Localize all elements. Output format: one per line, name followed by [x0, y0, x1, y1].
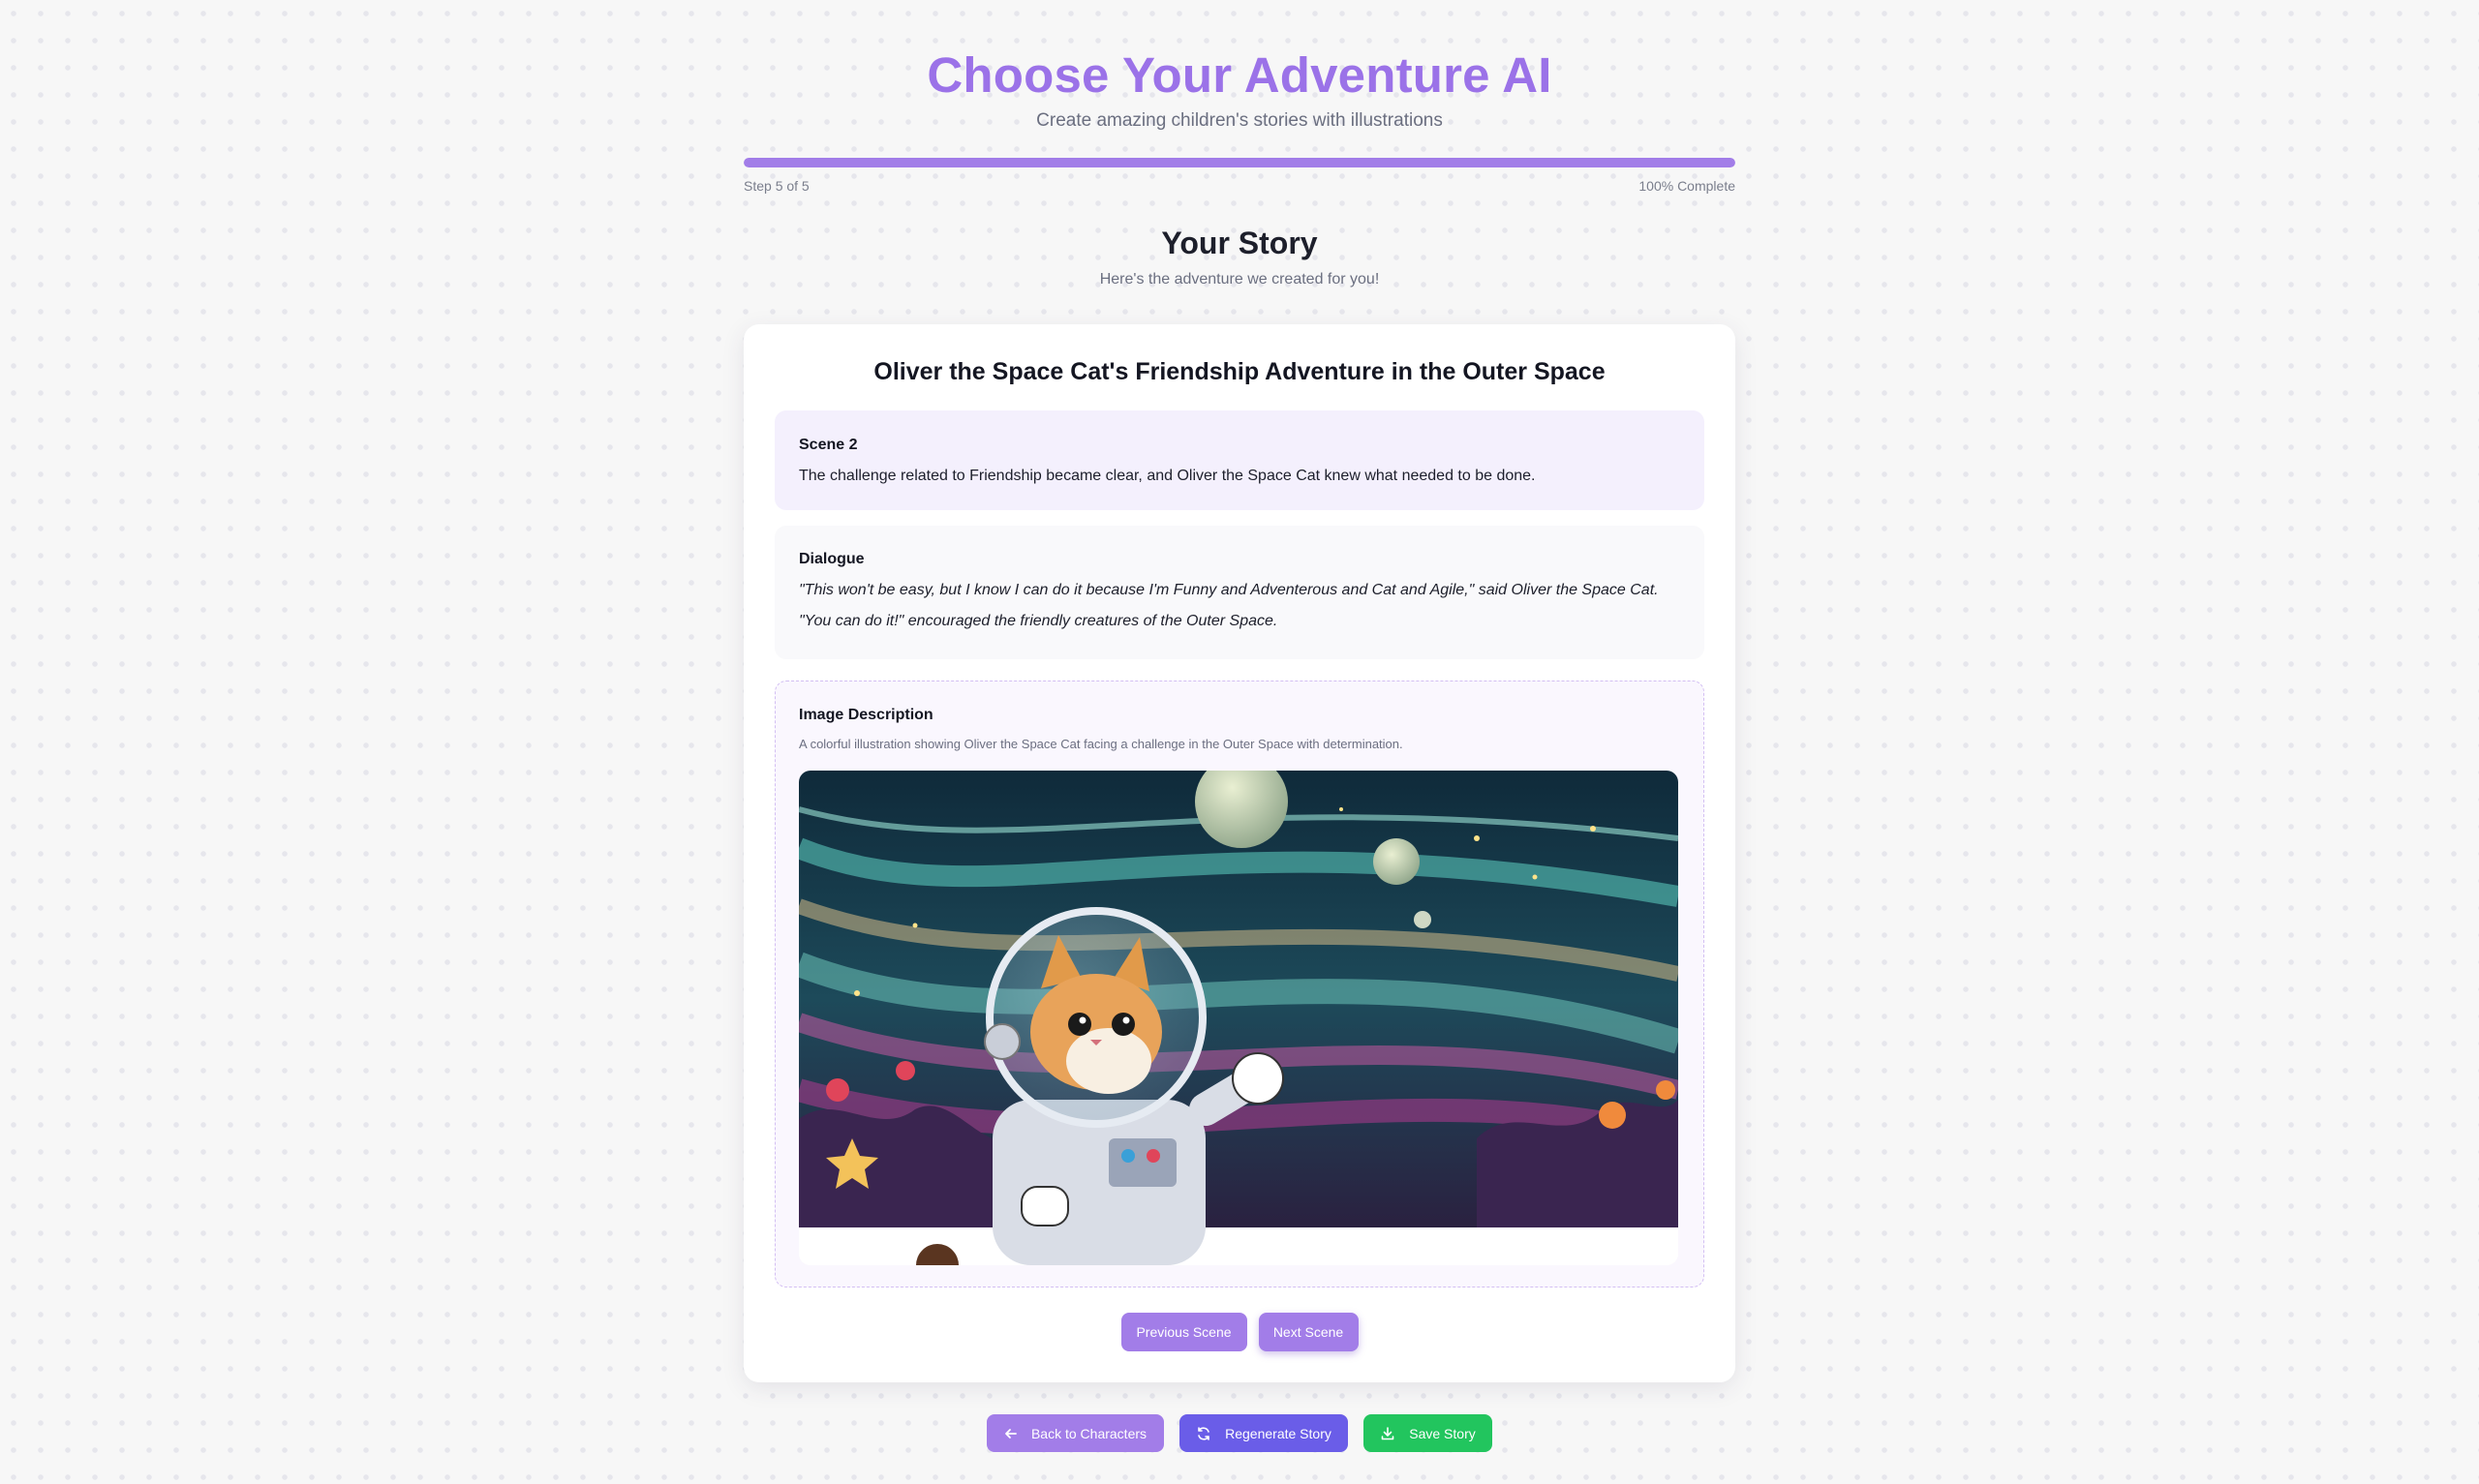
back-to-characters-label: Back to Characters [1030, 1425, 1148, 1441]
image-label: Image Description [799, 707, 933, 723]
image-box: Image Description A colorful illustratio… [775, 681, 1704, 1287]
dialogue-line: "You can do it!" encouraged the friendly… [799, 613, 1278, 629]
download-icon [1381, 1426, 1394, 1439]
scene-box: Scene 2 The challenge related to Friends… [775, 410, 1704, 510]
space-cat-illustration [799, 771, 1678, 1265]
save-story-button[interactable]: Save Story [1363, 1414, 1492, 1452]
section-subtitle: Here's the adventure we created for you! [1099, 271, 1380, 288]
story-illustration [799, 771, 1678, 1265]
save-story-label: Save Story [1409, 1425, 1476, 1441]
scene-text: The challenge related to Friendship beca… [799, 468, 1536, 484]
scene-navigation: Previous Scene Next Scene [744, 1313, 1735, 1351]
refresh-icon [1198, 1426, 1209, 1440]
dialogue-label: Dialogue [799, 551, 865, 567]
regenerate-story-label: Regenerate Story [1225, 1425, 1331, 1441]
image-description: A colorful illustration showing Oliver t… [799, 737, 1403, 751]
progress-bar [744, 158, 1735, 167]
previous-scene-button[interactable]: Previous Scene [1120, 1313, 1247, 1351]
back-to-characters-button[interactable]: Back to Characters [987, 1414, 1164, 1452]
dialogue-box: Dialogue "This won't be easy, but I know… [775, 526, 1704, 659]
section-title: Your Story [1161, 226, 1318, 260]
app-subtitle: Create amazing children's stories with i… [1036, 110, 1443, 131]
dialogue-line: "This won't be easy, but I know I can do… [799, 582, 1659, 598]
story-title: Oliver the Space Cat's Friendship Advent… [873, 358, 1606, 385]
app-title: Choose Your Adventure AI [927, 47, 1552, 103]
regenerate-story-button[interactable]: Regenerate Story [1179, 1414, 1348, 1452]
arrow-left-icon [1005, 1428, 1017, 1439]
story-card: Oliver the Space Cat's Friendship Advent… [744, 324, 1735, 1382]
progress-step-label: Step 5 of 5 [744, 178, 810, 194]
scene-label: Scene 2 [799, 437, 858, 453]
progress-fill [744, 158, 1735, 167]
next-scene-button[interactable]: Next Scene [1258, 1313, 1359, 1351]
progress-percent-label: 100% Complete [1638, 178, 1735, 194]
